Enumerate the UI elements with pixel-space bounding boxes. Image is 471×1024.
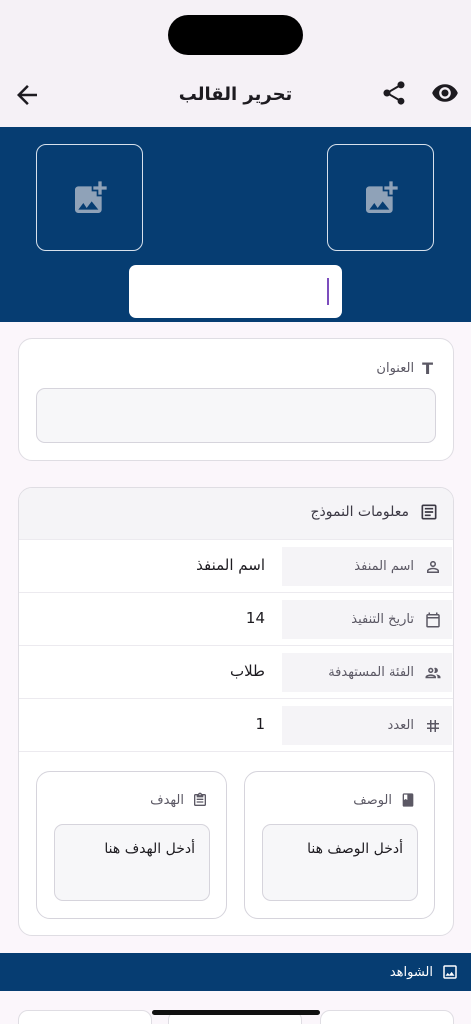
add-photo-icon — [75, 181, 107, 213]
add-photo-icon — [366, 181, 398, 213]
goal-input[interactable]: أدخل الهدف هنا — [54, 824, 210, 901]
home-indicator — [152, 1010, 320, 1015]
title-label: T العنوان — [376, 359, 433, 378]
info-row-key: الفئة المستهدفة — [282, 653, 452, 692]
evidence-slot[interactable] — [320, 1010, 454, 1024]
banner-title-input[interactable] — [129, 265, 342, 318]
info-row-value: 14 — [245, 609, 265, 627]
hash-icon — [427, 719, 439, 732]
image-slot-right[interactable] — [327, 144, 434, 251]
group-icon — [425, 667, 441, 678]
calendar-icon — [426, 612, 440, 627]
description-card: الوصف أدخل الوصف هنا — [244, 771, 435, 919]
info-card-title: معلومات النموذج — [310, 504, 410, 520]
app-bar: تحرير القالب — [0, 70, 471, 127]
image-icon — [443, 965, 457, 979]
info-row-audience[interactable]: الفئة المستهدفة طلاب — [19, 646, 453, 699]
goal-card: الهدف أدخل الهدف هنا — [36, 771, 227, 919]
info-row-value: اسم المنفذ — [196, 556, 265, 574]
evidence-label: الشواهد — [389, 964, 433, 980]
person-icon — [427, 560, 439, 573]
description-input[interactable]: أدخل الوصف هنا — [262, 824, 418, 901]
info-row-value: 1 — [255, 715, 265, 733]
title-label-text: العنوان — [376, 361, 415, 376]
info-row-executor[interactable]: اسم المنفذ اسم المنفذ — [19, 540, 453, 593]
share-icon[interactable] — [380, 79, 408, 107]
text-cursor — [327, 278, 329, 305]
status-bar — [0, 0, 471, 70]
info-card-header: معلومات النموذج — [19, 488, 453, 540]
clipboard-icon — [194, 792, 206, 806]
title-card: T العنوان — [18, 338, 454, 461]
camera-notch — [168, 15, 303, 55]
eye-icon[interactable] — [430, 79, 460, 107]
book-icon — [402, 793, 414, 807]
info-row-key: تاريخ التنفيذ — [282, 600, 452, 639]
image-slot-left[interactable] — [36, 144, 143, 251]
info-row-date[interactable]: تاريخ التنفيذ 14 — [19, 593, 453, 646]
title-input[interactable] — [36, 388, 436, 443]
info-row-key: العدد — [282, 706, 452, 745]
text-icon: T — [422, 359, 433, 378]
info-row-key: اسم المنفذ — [282, 547, 452, 586]
form-info-card: معلومات النموذج اسم المنفذ اسم المنفذ تا… — [18, 487, 454, 936]
evidence-slot[interactable] — [18, 1010, 152, 1024]
description-label: الوصف — [353, 792, 392, 808]
goal-label: الهدف — [150, 792, 184, 808]
header-banner — [0, 127, 471, 322]
info-row-value: طلاب — [229, 662, 265, 680]
info-row-count[interactable]: العدد 1 — [19, 699, 453, 752]
evidence-section-header[interactable]: الشواهد — [0, 953, 471, 991]
article-icon — [421, 504, 437, 520]
